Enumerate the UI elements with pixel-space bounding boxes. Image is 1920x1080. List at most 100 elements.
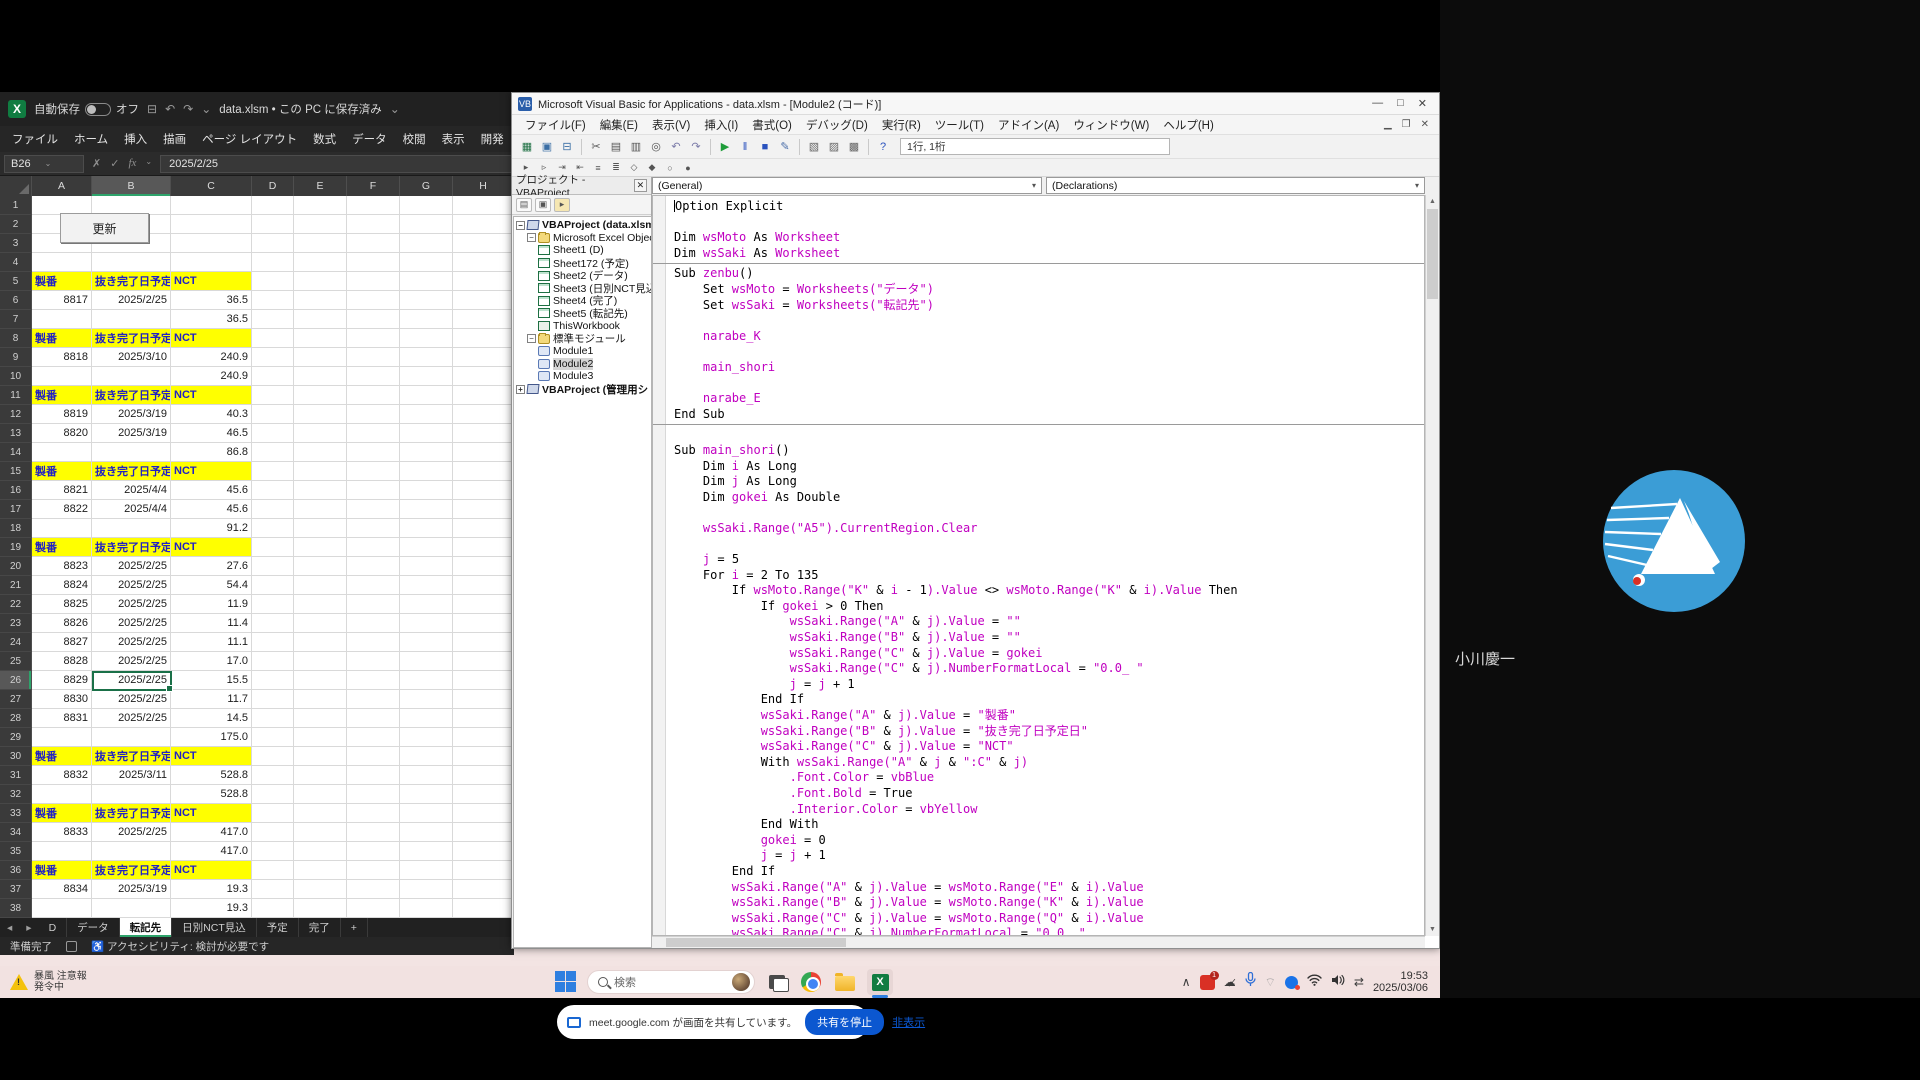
grid-cell[interactable] — [92, 728, 171, 747]
insert-object-icon[interactable]: ▣ — [538, 138, 556, 156]
design-mode-icon[interactable]: ✎ — [776, 138, 794, 156]
sheet-tab-完了[interactable]: 完了 — [299, 918, 341, 937]
grid-cell[interactable]: NCT — [171, 538, 252, 557]
grid-cell[interactable] — [400, 234, 453, 253]
undo-icon[interactable]: ↶ — [165, 102, 175, 116]
cut-icon[interactable]: ✂ — [587, 138, 605, 156]
grid-cell[interactable] — [252, 823, 294, 842]
grid-cell[interactable]: 8819 — [32, 405, 92, 424]
collapse-icon[interactable]: − — [527, 233, 536, 242]
ribbon-tab-ファイル[interactable]: ファイル — [4, 127, 66, 151]
grid-cell[interactable]: 8831 — [32, 709, 92, 728]
grid-cell[interactable] — [347, 804, 400, 823]
grid-cell[interactable]: 抜き完了日予定日 — [92, 861, 171, 880]
grid-cell[interactable] — [32, 310, 92, 329]
grid-cell[interactable] — [453, 899, 514, 918]
hide-banner-link[interactable]: 非表示 — [892, 1014, 925, 1030]
ribbon-tab-描画[interactable]: 描画 — [155, 127, 194, 151]
grid-cell[interactable] — [294, 234, 347, 253]
grid-cell[interactable] — [453, 880, 514, 899]
grid-cell[interactable] — [294, 481, 347, 500]
column-header-D[interactable]: D — [252, 176, 294, 196]
row-header-31[interactable]: 31 — [0, 766, 32, 785]
code-editor[interactable]: Option Explicit Dim wsMoto As WorksheetD… — [652, 195, 1425, 936]
grid-cell[interactable]: 抜き完了日予定日 — [92, 747, 171, 766]
grid-cell[interactable]: 175.0 — [171, 728, 252, 747]
taskbar-clock[interactable]: 19:53 2025/03/06 — [1373, 970, 1428, 994]
add-sheet-button[interactable]: + — [341, 918, 368, 937]
grid-cell[interactable] — [400, 747, 453, 766]
grid-cell[interactable] — [400, 215, 453, 234]
grid-cell[interactable] — [171, 234, 252, 253]
ribbon-tab-校閲[interactable]: 校閲 — [395, 127, 434, 151]
grid-cell[interactable] — [32, 443, 92, 462]
grid-cell[interactable]: 36.5 — [171, 310, 252, 329]
grid-cell[interactable] — [294, 595, 347, 614]
grid-cell[interactable] — [294, 690, 347, 709]
grid-cell[interactable] — [252, 462, 294, 481]
grid-cell[interactable] — [92, 367, 171, 386]
grid-cell[interactable] — [252, 386, 294, 405]
row-header-27[interactable]: 27 — [0, 690, 32, 709]
grid-cell[interactable]: 8818 — [32, 348, 92, 367]
column-header-C[interactable]: C — [171, 176, 252, 196]
grid-cell[interactable] — [347, 519, 400, 538]
column-header-E[interactable]: E — [294, 176, 347, 196]
grid-cell[interactable] — [400, 614, 453, 633]
grid-cell[interactable] — [400, 766, 453, 785]
grid-cell[interactable] — [294, 500, 347, 519]
grid-cell[interactable] — [252, 595, 294, 614]
grid-cell[interactable] — [347, 899, 400, 918]
grid-cell[interactable] — [453, 709, 514, 728]
grid-cell[interactable] — [400, 196, 453, 215]
grid-cell[interactable]: 2025/2/25 — [92, 709, 171, 728]
grid-cell[interactable] — [294, 747, 347, 766]
grid-cell[interactable] — [453, 595, 514, 614]
grid-cell[interactable] — [294, 576, 347, 595]
sheet-tab-転記先[interactable]: 転記先 — [120, 918, 173, 937]
minimize-icon[interactable]: — — [1372, 97, 1383, 110]
cancel-entry-icon[interactable]: ✗ — [92, 157, 101, 170]
start-button[interactable] — [555, 971, 577, 993]
grid-cell[interactable] — [171, 196, 252, 215]
procedure-dropdown[interactable]: (Declarations) ▾ — [1046, 177, 1425, 194]
grid-cell[interactable] — [294, 766, 347, 785]
grid-cell[interactable]: 2025/3/11 — [92, 766, 171, 785]
grid-cell[interactable] — [92, 310, 171, 329]
grid-cell[interactable]: 2025/2/25 — [92, 633, 171, 652]
grid-cell[interactable] — [347, 234, 400, 253]
object-dropdown[interactable]: (General) ▾ — [652, 177, 1042, 194]
grid-cell[interactable]: 製番 — [32, 538, 92, 557]
properties-window-icon[interactable]: ▨ — [825, 138, 843, 156]
ribbon-tab-開発[interactable]: 開発 — [473, 127, 512, 151]
tray-overflow-icon[interactable]: ∧ — [1182, 975, 1191, 989]
grid-cell[interactable] — [453, 652, 514, 671]
grid-cell[interactable]: 2025/3/19 — [92, 405, 171, 424]
grid-cell[interactable] — [400, 329, 453, 348]
grid-cell[interactable] — [400, 386, 453, 405]
grid-cell[interactable] — [400, 785, 453, 804]
grid-cell[interactable] — [347, 690, 400, 709]
scrollbar-thumb[interactable] — [1427, 209, 1438, 299]
formula-input[interactable]: 2025/2/25 — [160, 155, 514, 173]
clear-bookmarks-icon[interactable]: ○ — [662, 161, 678, 175]
grid-cell[interactable] — [347, 576, 400, 595]
grid-cell[interactable] — [400, 804, 453, 823]
grid-cell[interactable] — [347, 785, 400, 804]
grid-cell[interactable]: 2025/2/25 — [92, 671, 171, 690]
tree-item-sheet172-[interactable]: Sheet172 (予定) — [514, 257, 651, 270]
row-header-22[interactable]: 22 — [0, 595, 32, 614]
stop-icon[interactable]: ■ — [756, 138, 774, 156]
grid-cell[interactable] — [453, 614, 514, 633]
grid-cell[interactable] — [453, 443, 514, 462]
grid-cell[interactable] — [252, 880, 294, 899]
grid-cell[interactable] — [400, 481, 453, 500]
grid-cell[interactable]: 8821 — [32, 481, 92, 500]
grid-cell[interactable] — [294, 880, 347, 899]
grid-cell[interactable]: 8820 — [32, 424, 92, 443]
grid-cell[interactable] — [400, 842, 453, 861]
vba-menu-書式(O)[interactable]: 書式(O) — [745, 115, 799, 135]
collapse-icon[interactable]: − — [516, 221, 525, 230]
grid-cell[interactable] — [294, 310, 347, 329]
tree-item-microsoft-excel-objects[interactable]: −Microsoft Excel Objects — [514, 232, 651, 245]
